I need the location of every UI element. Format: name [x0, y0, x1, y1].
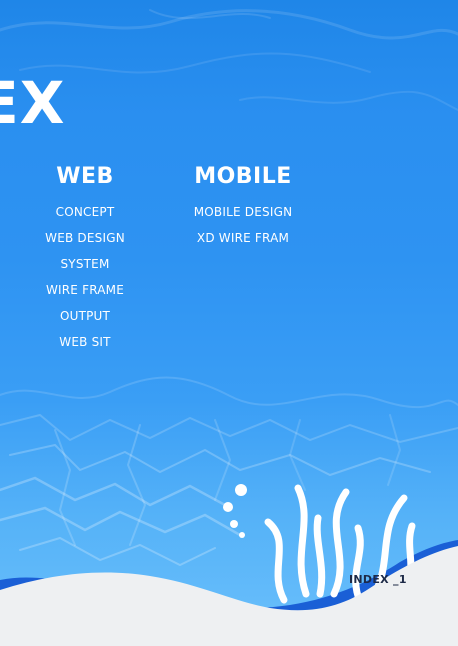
- web-heading: WEB: [56, 164, 114, 189]
- page-title: DEX: [0, 69, 66, 137]
- mobile-column: MOBILE MOBILE DESIGN XD WIRE FRAM: [173, 164, 313, 258]
- web-menu-item-output[interactable]: OUTPUT: [15, 310, 155, 323]
- mobile-heading: MOBILE: [194, 164, 292, 189]
- web-menu-item-web-design[interactable]: WEB DESIGN: [15, 232, 155, 245]
- light-wave: [0, 546, 458, 646]
- mobile-menu-item-xd-wire-frame[interactable]: XD WIRE FRAM: [173, 232, 313, 245]
- bubbles-icon: [223, 484, 247, 538]
- web-menu-item-web-site[interactable]: WEB SIT: [15, 336, 155, 349]
- web-menu-item-wire-frame[interactable]: WIRE FRAME: [15, 284, 155, 297]
- seabed-decoration: [0, 484, 458, 646]
- web-menu: CONCEPT WEB DESIGN SYSTEM WIRE FRAME OUT…: [15, 206, 155, 349]
- page-number-label: INDEX _1: [349, 573, 407, 586]
- web-column: WEB CONCEPT WEB DESIGN SYSTEM WIRE FRAME…: [15, 164, 155, 362]
- mobile-menu: MOBILE DESIGN XD WIRE FRAM: [173, 206, 313, 245]
- index-page: DEX WEB CONCEPT WEB DESIGN SYSTEM WIRE F…: [0, 0, 458, 646]
- web-menu-item-system[interactable]: SYSTEM: [15, 258, 155, 271]
- web-menu-item-concept[interactable]: CONCEPT: [15, 206, 155, 219]
- mobile-menu-item-mobile-design[interactable]: MOBILE DESIGN: [173, 206, 313, 219]
